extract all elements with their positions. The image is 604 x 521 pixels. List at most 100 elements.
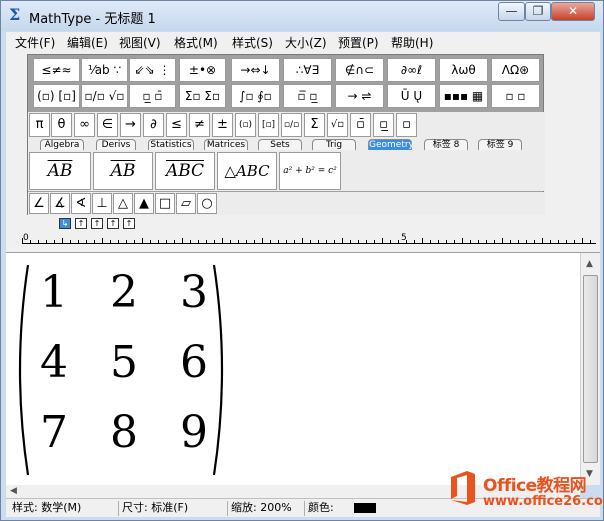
arrows-palette-button[interactable]: →⇔↓ [231, 58, 280, 82]
angle-icon[interactable]: ∠ [29, 193, 49, 214]
matrix-templates-button[interactable]: ▪▪▪ ▦ [439, 84, 488, 108]
menu-style[interactable]: 样式(S) [232, 34, 273, 51]
restore-button[interactable]: ❐ [525, 2, 551, 21]
integral-templates-button[interactable]: ∫▫ ∮▫ [231, 84, 280, 108]
logic-palette-button[interactable]: ∴∀∃ [283, 58, 332, 82]
greek-upper-palette-button[interactable]: ΛΩ⊛ [491, 58, 540, 82]
box-templates-button[interactable]: ▫ ▫ [491, 84, 540, 108]
template-row: AB AB ABC △ABC a² + b² = c² [28, 151, 545, 191]
pythagorean-template[interactable]: a² + b² = c² [279, 152, 341, 190]
leq-symbol-button[interactable]: ≤ [166, 113, 187, 137]
matrix-cell[interactable]: 1 [34, 271, 74, 315]
tab-label-9[interactable]: 标签 9 [478, 139, 522, 150]
pi-symbol-button[interactable]: π [29, 113, 50, 137]
embellishments-palette-button[interactable]: ⇙⇘ ⋮ [129, 58, 176, 82]
tab-matrices[interactable]: Matrices [204, 139, 248, 150]
status-style[interactable]: 样式: 数学(M) [9, 501, 81, 516]
neq-symbol-button[interactable]: ≠ [189, 113, 210, 137]
vertical-scrollbar[interactable]: ▲ ▼ [580, 253, 600, 485]
infinity-symbol-button[interactable]: ∞ [74, 113, 95, 137]
brackets-template-button[interactable]: [▫] [258, 113, 279, 137]
fraction-radical-templates-button[interactable]: ▫/▫ √▫ [81, 84, 128, 108]
arc-template[interactable]: ABC [155, 152, 215, 190]
greek-lower-palette-button[interactable]: λωθ [439, 58, 488, 82]
summation-templates-button[interactable]: Σ▫ Σ▫ [179, 84, 226, 108]
matrix-cell[interactable]: 3 [174, 271, 214, 315]
status-zoom[interactable]: 缩放: 200% [227, 501, 292, 516]
spherical-angle-icon[interactable]: ∢ [71, 193, 91, 214]
plus-minus-symbol-button[interactable]: ± [212, 113, 233, 137]
spaces-palette-button[interactable]: ⅟ab ∵ [81, 58, 128, 82]
matrix-cell[interactable]: 9 [174, 411, 214, 455]
center-tab-stop-button[interactable]: ↑ [75, 218, 87, 229]
sum-template-button[interactable]: Σ [304, 113, 325, 137]
relations-palette-button[interactable]: ≤≠≈ [33, 58, 80, 82]
matrix-cell[interactable]: 8 [104, 411, 144, 455]
parentheses-template-button[interactable]: (▫) [235, 113, 256, 137]
menu-view[interactable]: 视图(V) [119, 34, 161, 51]
product-templates-button[interactable]: Ū Ų [387, 84, 436, 108]
box-template-button[interactable]: ▫ [396, 113, 417, 137]
element-of-symbol-button[interactable]: ∈ [97, 113, 118, 137]
menu-format[interactable]: 格式(M) [174, 34, 218, 51]
arrow-symbol-button[interactable]: → [120, 113, 141, 137]
tab-label-8[interactable]: 标签 8 [424, 139, 468, 150]
left-tab-stop-button[interactable]: ↳ [59, 218, 71, 229]
labeled-arrow-templates-button[interactable]: → ⇌ [335, 84, 384, 108]
tab-sets[interactable]: Sets [258, 139, 302, 150]
equation-editor[interactable]: 1 2 3 4 5 6 7 8 9 [6, 253, 580, 485]
ruler[interactable]: 0 5 [6, 231, 600, 253]
right-tab-stop-button[interactable]: ↑ [91, 218, 103, 229]
triangle-icon[interactable]: △ [113, 193, 133, 214]
tab-trig[interactable]: Trig [312, 139, 356, 150]
parallelogram-icon[interactable]: ▱ [176, 193, 196, 214]
triangle-template[interactable]: △ABC [217, 152, 277, 190]
filled-triangle-icon[interactable]: ▲ [134, 193, 154, 214]
menu-size[interactable]: 大小(Z) [285, 34, 327, 51]
status-color-swatch[interactable] [354, 503, 376, 513]
ruler-tick [166, 240, 167, 243]
matrix-cell[interactable]: 4 [34, 341, 74, 385]
matrix-cell[interactable]: 5 [104, 341, 144, 385]
sqrt-template-button[interactable]: √▫ [327, 113, 348, 137]
menu-preferences[interactable]: 预置(P) [338, 34, 379, 51]
vector-arrow-template[interactable]: AB [29, 152, 91, 190]
status-size[interactable]: 尺寸: 标准(F) [118, 501, 188, 516]
theta-symbol-button[interactable]: θ [51, 113, 72, 137]
circle-icon[interactable]: ○ [197, 193, 217, 214]
square-icon[interactable]: □ [155, 193, 175, 214]
vector-half-arrow-template[interactable]: AB [93, 152, 153, 190]
measured-angle-icon[interactable]: ∡ [50, 193, 70, 214]
bar-templates-button[interactable]: ▫̅ ▫̲ [283, 84, 332, 108]
close-button[interactable]: ✕ [551, 2, 595, 21]
tab-algebra[interactable]: Algebra [40, 139, 84, 150]
symbol-palette: ≤≠≈ ⅟ab ∵ ⇙⇘ ⋮ ±•⊗ →⇔↓ ∴∀∃ ∉∩⊂ ∂∞ℓ λωθ Λ… [27, 54, 545, 215]
misc-symbols-palette-button[interactable]: ∂∞ℓ [387, 58, 436, 82]
operators-palette-button[interactable]: ±•⊗ [179, 58, 226, 82]
scroll-up-arrow-icon[interactable]: ▲ [586, 259, 593, 269]
tab-statistics[interactable]: Statistics [148, 139, 194, 150]
minimize-button[interactable]: — [498, 2, 525, 21]
relation-tab-stop-button[interactable]: ↑ [107, 218, 119, 229]
tab-derivs[interactable]: Derivs [96, 139, 136, 150]
decimal-tab-stop-button[interactable]: ↑ [123, 218, 135, 229]
vertical-scroll-thumb[interactable] [583, 275, 598, 463]
menu-file[interactable]: 文件(F) [15, 34, 55, 51]
matrix-cell[interactable]: 7 [34, 411, 74, 455]
matrix-3x3[interactable]: 1 2 3 4 5 6 7 8 9 [16, 263, 226, 478]
underbar-template-button[interactable]: ▫̲ [373, 113, 394, 137]
fraction-template-button[interactable]: ▫/▫ [281, 113, 302, 137]
matrix-cell[interactable]: 6 [174, 341, 214, 385]
perpendicular-icon[interactable]: ⊥ [92, 193, 112, 214]
menu-help[interactable]: 帮助(H) [391, 34, 433, 51]
partial-symbol-button[interactable]: ∂ [143, 113, 164, 137]
matrix-cell[interactable]: 2 [104, 271, 144, 315]
overbar-template-button[interactable]: ▫̄ [350, 113, 371, 137]
menu-edit[interactable]: 编辑(E) [67, 34, 108, 51]
subscript-templates-button[interactable]: ▫̲ ▫̄ [129, 84, 176, 108]
set-theory-palette-button[interactable]: ∉∩⊂ [335, 58, 384, 82]
scroll-left-arrow-icon[interactable]: ◀ [10, 486, 17, 496]
fence-templates-button[interactable]: (▫) [▫] [33, 84, 80, 108]
tab-geometry[interactable]: Geometry [368, 139, 414, 150]
ruler-tick [318, 240, 319, 243]
